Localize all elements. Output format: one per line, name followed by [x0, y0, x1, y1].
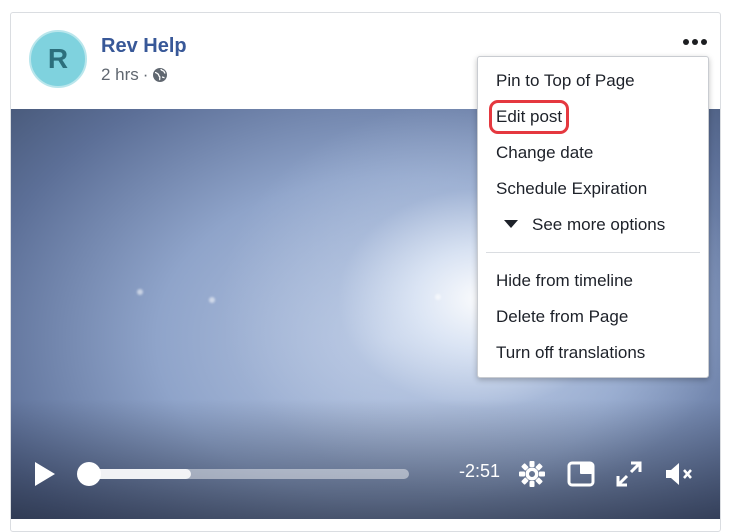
menu-item-hide-timeline[interactable]: Hide from timeline — [496, 271, 633, 291]
menu-item-translations[interactable]: Turn off translations — [496, 343, 645, 363]
menu-item-see-more[interactable]: See more options — [532, 215, 665, 235]
gear-icon[interactable] — [516, 458, 548, 490]
post-time-link[interactable]: 2 hrs — [101, 65, 139, 85]
progress-scrubber[interactable] — [77, 462, 101, 486]
lens-flare — [435, 294, 441, 300]
menu-divider — [486, 252, 700, 253]
more-options-button[interactable] — [683, 39, 707, 45]
post-meta: 2 hrs · — [101, 65, 168, 85]
page-name-link[interactable]: Rev Help — [101, 35, 187, 58]
avatar-letter: R — [47, 43, 69, 74]
progress-fill — [89, 469, 192, 479]
pip-icon[interactable] — [565, 458, 597, 490]
menu-item-edit-post[interactable]: Edit post — [488, 100, 570, 134]
meta-separator: · — [142, 65, 149, 84]
play-icon[interactable] — [35, 462, 55, 486]
lens-flare — [209, 297, 215, 303]
menu-item-change-date[interactable]: Change date — [496, 143, 593, 163]
caret-down-icon — [504, 220, 518, 228]
post-options-menu: Pin to Top of Page Edit post Change date… — [477, 56, 709, 378]
more-dot-icon — [692, 39, 698, 45]
remaining-time: -2:51 — [459, 461, 501, 481]
menu-item-delete[interactable]: Delete from Page — [496, 307, 628, 327]
lens-flare — [137, 289, 143, 295]
more-dot-icon — [701, 39, 707, 45]
more-dot-icon — [683, 39, 689, 45]
mute-icon[interactable] — [662, 458, 694, 490]
progress-track[interactable] — [89, 469, 409, 479]
avatar[interactable]: R — [29, 30, 87, 88]
globe-icon — [153, 68, 168, 82]
expand-icon[interactable] — [613, 458, 645, 490]
menu-item-pin[interactable]: Pin to Top of Page — [496, 71, 635, 91]
menu-item-schedule-expiration[interactable]: Schedule Expiration — [496, 179, 647, 199]
